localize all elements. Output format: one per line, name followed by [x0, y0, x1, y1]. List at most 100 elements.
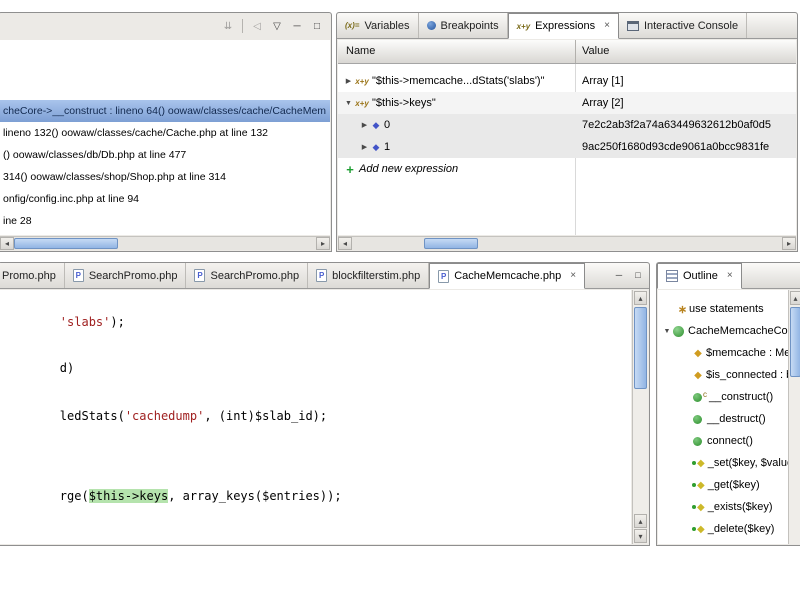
outline-icon	[666, 270, 678, 282]
scroll-thumb[interactable]	[790, 307, 800, 377]
editor-tab-searchpromo-1[interactable]: P SearchPromo.php	[64, 263, 187, 288]
expressions-table-header[interactable]: Name Value	[338, 40, 796, 64]
modifier-dot-icon	[692, 505, 696, 509]
maximize-icon[interactable]: □	[309, 18, 325, 34]
stack-frame[interactable]: 314() oowaw/classes/shop/Shop.php at lin…	[0, 166, 330, 188]
maximize-icon[interactable]: □	[630, 267, 646, 283]
expand-icon[interactable]: ▶	[343, 77, 354, 85]
console-icon	[626, 20, 639, 31]
scroll-down-icon[interactable]: ▾	[634, 529, 647, 543]
editor-panel: Promo.php P SearchPromo.php P SearchProm…	[0, 262, 650, 546]
tab-variables[interactable]: (x)= Variables	[337, 13, 419, 38]
outline-item-method[interactable]: __destruct()	[658, 408, 800, 430]
column-header-value[interactable]: Value	[582, 45, 609, 57]
editor-tab-label: blockfilterstim.php	[332, 269, 421, 282]
stack-frame-selected[interactable]: cheCore->__construct : lineno 64() oowaw…	[0, 100, 330, 122]
outline-item-method[interactable]: c __construct()	[658, 386, 800, 408]
restore-icon[interactable]: ◁	[249, 18, 265, 34]
protected-method-icon: ◆	[697, 523, 705, 535]
php-file-icon: P	[72, 269, 84, 282]
protected-method-icon: ◆	[697, 479, 705, 491]
minimize-icon[interactable]: ─	[289, 18, 305, 34]
stack-frame[interactable]: () oowaw/classes/db/Db.php at line 477	[0, 144, 330, 166]
expressions-horizontal-scrollbar[interactable]: ◂ ▸	[338, 236, 796, 250]
expression-row[interactable]: ▼ x+y "$this->keys" Array [2]	[338, 92, 796, 114]
scroll-thumb[interactable]	[634, 307, 647, 389]
expand-icon[interactable]: ▶	[359, 143, 370, 151]
close-icon[interactable]: ×	[727, 271, 733, 281]
constructor-decorator-icon: c	[703, 389, 707, 399]
tab-breakpoints[interactable]: Breakpoints	[419, 13, 508, 38]
tab-interactive-console[interactable]: Interactive Console	[619, 13, 748, 38]
tab-outline[interactable]: Outline ×	[657, 263, 742, 289]
outline-item-method[interactable]: connect()	[658, 430, 800, 452]
view-menu-icon[interactable]: ▽	[269, 18, 285, 34]
expression-child-row[interactable]: ▶ ◆ 1 9ac250f1680d93cde9061a0bcc9831fe	[338, 136, 796, 158]
element-value: 9ac250f1680d93cde9061a0bcc9831fe	[582, 141, 770, 153]
editor-vertical-scrollbar[interactable]: ▴ ▴ ▾	[632, 290, 648, 544]
scroll-right-icon[interactable]: ▸	[316, 237, 330, 250]
method-icon	[693, 436, 702, 446]
code-line: rge($this->keys, array_keys($entries));	[59, 489, 342, 503]
scroll-left-icon[interactable]: ◂	[338, 237, 352, 250]
stack-frame[interactable]: ine 28	[0, 210, 330, 232]
outline-item-class[interactable]: ▼ CacheMemcacheCore	[658, 320, 800, 342]
outline-panel: Outline × ∗ use statements ▼ CacheMemcac…	[656, 262, 800, 546]
scroll-up-icon[interactable]: ▴	[634, 291, 647, 305]
scroll-right-icon[interactable]: ▸	[782, 237, 796, 250]
outline-item-label: CacheMemcacheCore	[688, 325, 798, 337]
method-icon	[693, 414, 702, 424]
collapse-icon[interactable]: ▼	[661, 328, 673, 335]
scroll-up-icon[interactable]: ▴	[790, 291, 800, 305]
expressions-panel: (x)= Variables Breakpoints x+y Expressio…	[336, 12, 798, 252]
collapse-icon[interactable]: ▼	[343, 100, 354, 107]
editor-tab-promo[interactable]: Promo.php	[0, 263, 65, 288]
scroll-track[interactable]	[14, 237, 316, 250]
outline-vertical-scrollbar[interactable]: ▴	[788, 290, 800, 544]
outline-item-method-protected[interactable]: ◆ _delete($key)	[658, 518, 800, 540]
breakpoints-icon	[426, 21, 436, 30]
stack-frame[interactable]: lineno 132() oowaw/classes/cache/Cache.p…	[0, 122, 330, 144]
expressions-table-body: ▶ x+y "$this->memcache...dStats('slabs')…	[338, 64, 796, 235]
outline-item-label: $is_connected : bo	[706, 369, 799, 381]
scroll-thumb[interactable]	[14, 238, 118, 249]
close-icon[interactable]: ×	[570, 271, 576, 281]
tab-breakpoints-label: Breakpoints	[440, 19, 499, 32]
minimize-icon[interactable]: ─	[611, 267, 627, 283]
outline-item-method-protected[interactable]: ◆ _set($key, $value,	[658, 452, 800, 474]
method-icon	[693, 392, 702, 402]
expression-child-row[interactable]: ▶ ◆ 0 7e2c2ab3f2a74a63449632612b0af0d5	[338, 114, 796, 136]
debug-horizontal-scrollbar[interactable]: ◂ ▸	[0, 236, 330, 250]
scroll-track[interactable]	[352, 237, 782, 250]
outline-item-use-statements[interactable]: ∗ use statements	[658, 298, 800, 320]
element-value: 7e2c2ab3f2a74a63449632612b0af0d5	[582, 119, 772, 131]
editor-tab-cachememcache[interactable]: P CacheMemcache.php ×	[429, 263, 586, 289]
tab-expressions[interactable]: x+y Expressions ×	[507, 13, 619, 39]
column-header-name[interactable]: Name	[346, 45, 375, 57]
outline-item-label: use statements	[689, 303, 764, 315]
editor-tab-searchpromo-2[interactable]: P SearchPromo.php	[186, 263, 309, 288]
scroll-up-icon[interactable]: ▴	[634, 514, 647, 528]
outline-item-field[interactable]: ◆ $memcache : Mem	[658, 342, 800, 364]
stack-frame[interactable]: onfig/config.inc.php at line 94	[0, 188, 330, 210]
array-element-icon: ◆	[372, 141, 380, 152]
stack-frame-list: cheCore->__construct : lineno 64() oowaw…	[0, 40, 330, 235]
expression-name: "$this->memcache...dStats('slabs')"	[372, 75, 545, 87]
outline-item-method-protected[interactable]: ◆ _exists($key)	[658, 496, 800, 518]
collapse-all-icon[interactable]: ⇊	[220, 18, 236, 34]
scroll-left-icon[interactable]: ◂	[0, 237, 14, 250]
outline-item-label: _delete($key)	[707, 523, 775, 535]
add-new-expression-row[interactable]: + Add new expression	[338, 158, 796, 180]
outline-item-method-protected[interactable]: ◆ _get($key)	[658, 474, 800, 496]
code-editor[interactable]: 'slabs'); d) ledStats('cachedump', (int)…	[0, 290, 631, 544]
outline-item-label: _get($key)	[707, 479, 760, 491]
expand-icon[interactable]: ▶	[359, 121, 370, 129]
editor-tab-blockfilterstim[interactable]: P blockfilterstim.php	[308, 263, 430, 288]
tab-expressions-label: Expressions	[535, 20, 596, 32]
outline-item-label: __construct()	[709, 391, 774, 403]
outline-item-field[interactable]: ◆ $is_connected : bo	[658, 364, 800, 386]
column-resize-handle[interactable]	[575, 40, 576, 63]
scroll-thumb[interactable]	[424, 238, 478, 249]
expression-row[interactable]: ▶ x+y "$this->memcache...dStats('slabs')…	[338, 70, 796, 92]
close-icon[interactable]: ×	[604, 21, 610, 31]
